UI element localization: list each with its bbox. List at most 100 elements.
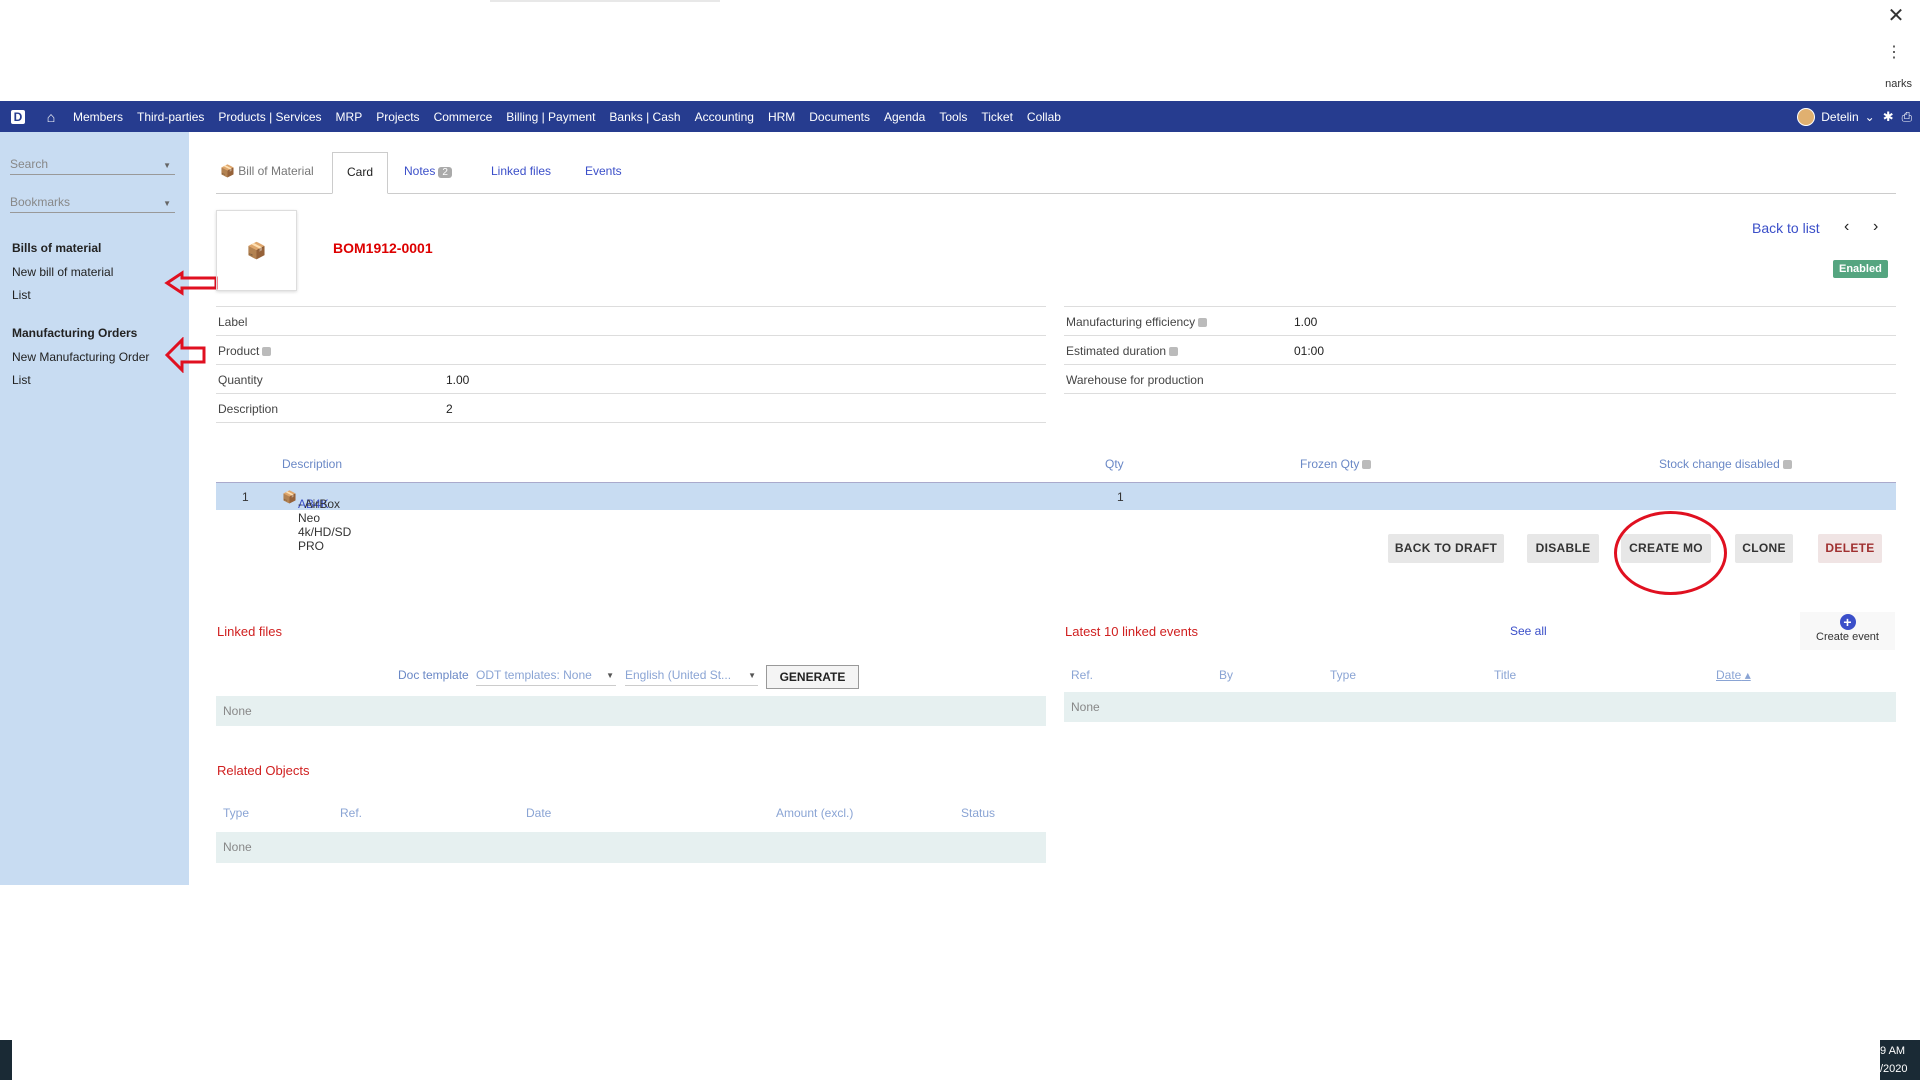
- col-date-sort[interactable]: Date ▴: [1716, 668, 1751, 682]
- generate-button[interactable]: GENERATE: [766, 665, 859, 689]
- caret-down-icon: ▼: [163, 161, 171, 170]
- product-image: 📦: [216, 210, 297, 291]
- tab-events[interactable]: Events: [585, 152, 622, 194]
- top-menu-item-agenda[interactable]: Agenda: [877, 110, 932, 124]
- notes-count-badge: 2: [438, 167, 452, 178]
- next-icon[interactable]: ›: [1873, 218, 1878, 236]
- back-to-draft-button[interactable]: BACK TO DRAFT: [1388, 534, 1504, 563]
- browser-menu-icon[interactable]: ⋮: [1886, 42, 1902, 62]
- line-qty: 1: [1117, 490, 1124, 504]
- col-ref: Ref.: [340, 806, 363, 820]
- col-title: Title: [1494, 668, 1517, 682]
- red-arrow-annotation: [164, 270, 218, 296]
- record-tabs: 📦 Bill of Material Card Notes 2 Linked fi…: [216, 152, 1896, 194]
- language-select[interactable]: English (United St... ▼: [625, 668, 758, 686]
- top-menu-item-documents[interactable]: Documents: [802, 110, 877, 124]
- top-menu-item-tools[interactable]: Tools: [932, 110, 974, 124]
- see-all-link[interactable]: See all: [1510, 624, 1547, 638]
- events-title: Latest 10 linked events: [1065, 624, 1198, 639]
- top-menu-item-products-services[interactable]: Products | Services: [211, 110, 328, 124]
- top-menu-bar: D ⌂ Members Third-parties Products | Servi…: [0, 101, 1920, 132]
- template-select[interactable]: ODT templates: None ▼: [476, 668, 616, 686]
- close-icon[interactable]: ✕: [1884, 4, 1908, 28]
- top-menu-item-accounting[interactable]: Accounting: [688, 110, 761, 124]
- top-menu-item-hrm[interactable]: HRM: [761, 110, 802, 124]
- tab-bill-of-material[interactable]: 📦 Bill of Material: [220, 152, 314, 194]
- previous-icon[interactable]: ‹: [1844, 218, 1849, 236]
- help-icon: [1198, 318, 1208, 328]
- linked-files-title: Linked files: [217, 624, 283, 639]
- sidebar-item-bom-list[interactable]: List: [12, 288, 31, 302]
- bookmarks-label[interactable]: narks: [1885, 78, 1912, 90]
- top-menu-item-billing-payment[interactable]: Billing | Payment: [499, 110, 602, 124]
- top-menu-item-projects[interactable]: Projects: [369, 110, 426, 124]
- top-menu-item-ticket[interactable]: Ticket: [974, 110, 1020, 124]
- user-name: Detelin: [1821, 109, 1859, 124]
- tab-linked-files[interactable]: Linked files: [491, 152, 551, 194]
- back-to-list-link[interactable]: Back to list: [1752, 220, 1820, 236]
- box-icon: 📦: [246, 242, 267, 260]
- help-icon: [1362, 460, 1372, 470]
- taskbar-left: [0, 1040, 12, 1080]
- create-event-button[interactable]: + Create event: [1800, 612, 1895, 650]
- user-menu[interactable]: Detelin ⌄: [1797, 107, 1875, 126]
- plus-icon: +: [1839, 614, 1856, 630]
- bug-icon[interactable]: ✱: [1883, 109, 1894, 125]
- top-menu-item-collab[interactable]: Collab: [1020, 110, 1068, 124]
- tab-card[interactable]: Card: [332, 152, 389, 194]
- field-product: Product: [216, 336, 1046, 365]
- field-description: Description 2: [216, 394, 1046, 423]
- home-icon[interactable]: ⌂: [36, 109, 66, 125]
- left-sidebar: Search ▼ Bookmarks ▼ Bills of material New…: [0, 132, 218, 885]
- sidebar-item-new-mo[interactable]: New Manufacturing Order: [12, 350, 149, 364]
- product-icon: 📦: [282, 490, 297, 504]
- top-menu-item-commerce[interactable]: Commerce: [427, 110, 500, 124]
- col-stock-change: Stock change disabled: [1659, 457, 1792, 471]
- box-icon: 📦: [220, 164, 235, 178]
- help-icon: [1169, 347, 1179, 357]
- fields-left: Label Product Quantity 1.00 Description 2: [216, 306, 1046, 423]
- col-type: Type: [1330, 668, 1357, 682]
- taskbar-clock[interactable]: 9 AM /2020: [1880, 1040, 1920, 1080]
- related-empty: None: [216, 832, 1046, 863]
- caret-down-icon: ▼: [606, 671, 614, 680]
- caret-down-icon: ▼: [748, 671, 756, 680]
- linked-files-empty: None: [216, 696, 1046, 726]
- avatar: [1797, 107, 1816, 126]
- sidebar-item-mo-list[interactable]: List: [12, 373, 31, 387]
- red-circle-annotation: [1614, 511, 1727, 595]
- line-number: 1: [242, 490, 249, 504]
- top-menu-item-banks-cash[interactable]: Banks | Cash: [602, 110, 687, 124]
- help-icon: [262, 347, 272, 357]
- delete-button[interactable]: DELETE: [1818, 534, 1882, 563]
- clone-button[interactable]: CLONE: [1735, 534, 1793, 563]
- print-icon[interactable]: ⎙: [1902, 109, 1912, 125]
- field-warehouse: Warehouse for production: [1064, 365, 1896, 394]
- search-select[interactable]: Search ▼: [10, 157, 175, 175]
- col-description: Description: [282, 457, 343, 471]
- col-qty: Qty: [1105, 457, 1124, 471]
- fields-right: Manufacturing efficiency 1.00 Estimated d…: [1064, 306, 1896, 394]
- col-by: By: [1219, 668, 1234, 682]
- browser-chrome: ✕ ⋮ narks: [0, 0, 1920, 101]
- top-menu-item-third-parties[interactable]: Third-parties: [130, 110, 211, 124]
- doc-template-label: Doc template: [398, 668, 469, 682]
- app-logo[interactable]: D: [0, 101, 36, 132]
- disable-button[interactable]: DISABLE: [1527, 534, 1599, 563]
- sidebar-title-bom: Bills of material: [12, 241, 102, 255]
- field-estimated-duration: Estimated duration 01:00: [1064, 336, 1896, 365]
- table-row[interactable]: 1 📦 AB4K - AirBox Neo 4k/HD/SD PRO 1: [216, 482, 1896, 553]
- top-menu-item-mrp[interactable]: MRP: [329, 110, 370, 124]
- top-menu-item-members[interactable]: Members: [66, 110, 130, 124]
- caret-down-icon: ▼: [163, 199, 171, 208]
- tab-notes[interactable]: Notes 2: [404, 152, 452, 194]
- red-arrow-annotation: [164, 337, 206, 373]
- tab-strip: [490, 0, 720, 2]
- sidebar-item-new-bom[interactable]: New bill of material: [12, 265, 113, 279]
- bookmarks-select[interactable]: Bookmarks ▼: [10, 195, 175, 213]
- col-date: Date: [526, 806, 552, 820]
- events-empty: None: [1064, 692, 1896, 722]
- col-status: Status: [961, 806, 996, 820]
- status-badge: Enabled: [1833, 260, 1888, 278]
- col-type: Type: [223, 806, 250, 820]
